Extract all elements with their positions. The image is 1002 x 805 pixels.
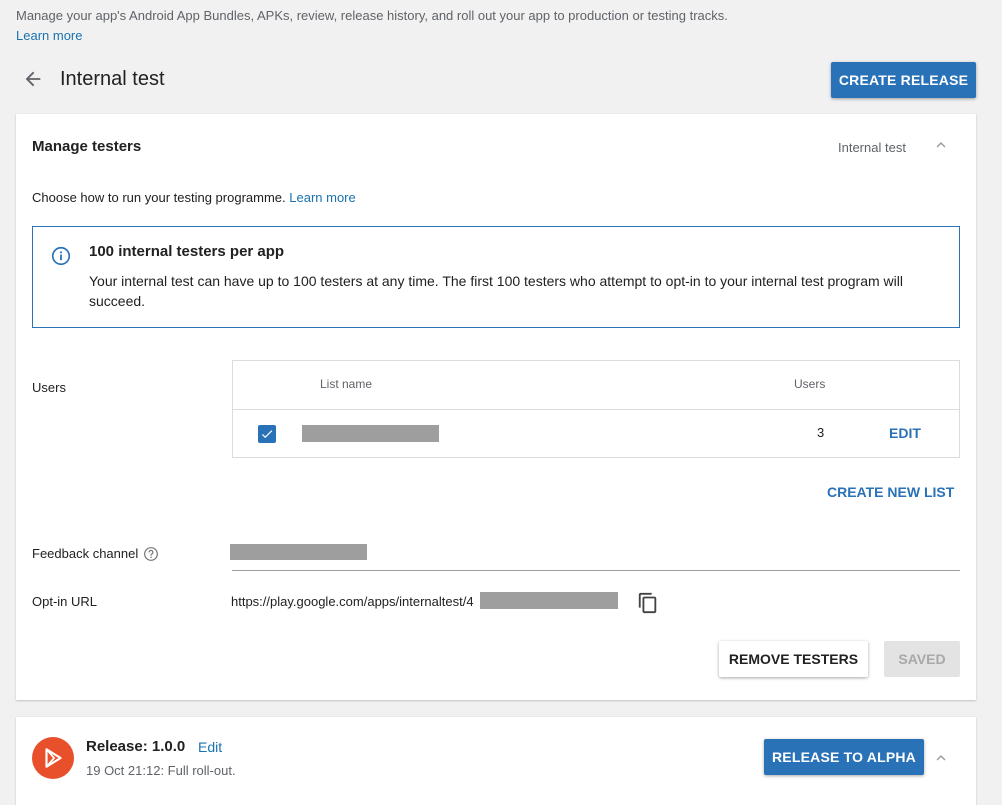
feedback-channel-value-redacted[interactable]: [230, 544, 367, 560]
track-label: Internal test: [838, 140, 906, 155]
edit-list-button[interactable]: EDIT: [889, 425, 921, 441]
play-logo-icon: [32, 737, 74, 779]
create-release-button[interactable]: CREATE RELEASE: [831, 62, 976, 98]
choose-learn-more-link[interactable]: Learn more: [289, 190, 355, 205]
feedback-field-underline: [232, 570, 960, 571]
release-subtitle: 19 Oct 21:12: Full roll-out.: [86, 763, 236, 778]
info-title: 100 internal testers per app: [89, 243, 285, 260]
optin-url-value: https://play.google.com/apps/internaltes…: [231, 594, 474, 609]
release-to-alpha-button[interactable]: RELEASE TO ALPHA: [764, 739, 924, 775]
info-icon: [50, 245, 72, 267]
column-header-users: Users: [794, 377, 826, 391]
page-title: Internal test: [60, 68, 165, 90]
page-description: Manage your app's Android App Bundles, A…: [16, 8, 728, 23]
optin-url-label: Opt-in URL: [32, 594, 98, 609]
table-divider: [233, 409, 959, 410]
remove-testers-button[interactable]: REMOVE TESTERS: [719, 641, 868, 677]
create-new-list-button[interactable]: CREATE NEW LIST: [827, 484, 954, 500]
list-name-redacted: [302, 425, 439, 442]
back-arrow-icon[interactable]: [22, 68, 44, 90]
release-title: Release: 1.0.0: [86, 738, 186, 755]
card-title: Manage testers: [32, 138, 142, 155]
list-user-count: 3: [817, 425, 825, 440]
choose-testing-text: Choose how to run your testing programme…: [32, 190, 356, 205]
users-table: List name Users 3 EDIT: [232, 360, 960, 458]
feedback-channel-label: Feedback channel: [32, 546, 139, 561]
column-header-list-name: List name: [320, 377, 373, 391]
choose-text: Choose how to run your testing programme…: [32, 190, 290, 205]
release-edit-link[interactable]: Edit: [198, 739, 222, 755]
copy-icon[interactable]: [637, 592, 659, 614]
chevron-up-icon[interactable]: [932, 136, 950, 154]
checkbox-checked-icon[interactable]: [258, 425, 276, 443]
saved-button: SAVED: [884, 641, 960, 677]
info-box: 100 internal testers per app Your intern…: [32, 226, 960, 328]
info-body: Your internal test can have up to 100 te…: [89, 273, 903, 309]
help-icon[interactable]: [143, 546, 159, 562]
chevron-up-icon[interactable]: [932, 749, 950, 767]
learn-more-link[interactable]: Learn more: [16, 28, 82, 43]
optin-url-redacted: [480, 592, 618, 609]
manage-testers-card: Manage testers Internal test Choose how …: [16, 114, 976, 700]
release-card: Release: 1.0.0 Edit 19 Oct 21:12: Full r…: [16, 717, 976, 805]
users-label: Users: [32, 380, 66, 395]
